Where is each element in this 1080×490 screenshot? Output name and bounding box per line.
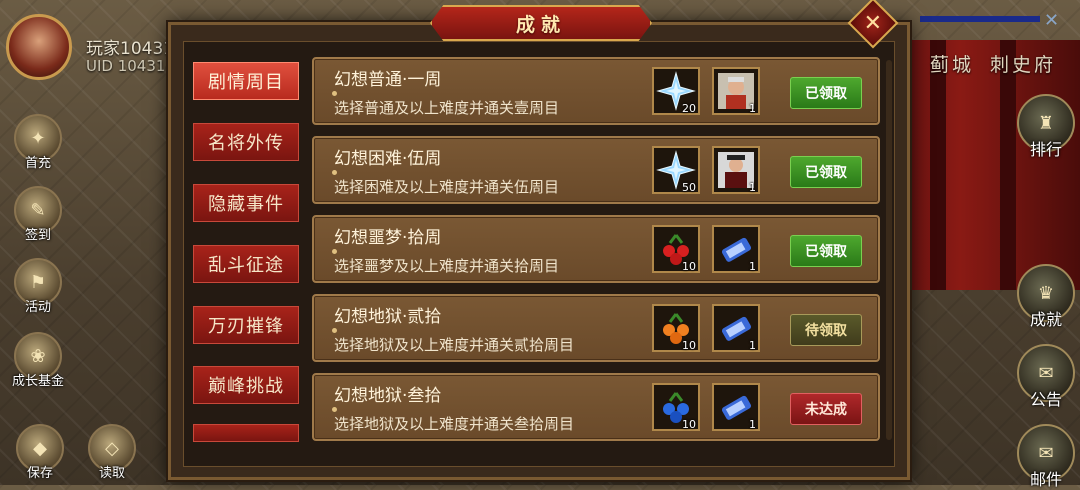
tab-blade-assault[interactable]: 万刃摧锋 — [193, 306, 299, 344]
announcement-button[interactable]: ✉ 公告 — [1016, 344, 1076, 410]
reward-count: 1 — [749, 418, 756, 431]
tab-story-cycle[interactable]: 剧情周目 — [193, 62, 299, 100]
location-breadcrumb: 功蓟城刺史府 — [892, 50, 1072, 77]
side-button-label: 保存 — [26, 466, 53, 481]
reward-item[interactable]: 50 — [652, 146, 700, 194]
bullet-dot — [332, 91, 337, 96]
bullet-dot — [332, 249, 337, 254]
reward-count: 1 — [749, 181, 756, 194]
panel-title: 成就 — [430, 5, 652, 41]
location-item: 蓟城 — [930, 54, 975, 76]
tab-hidden-events[interactable]: 隐藏事件 — [193, 184, 299, 222]
background-pillar — [1000, 40, 1016, 290]
achievement-desc: 选择地狱及以上难度并通关叁拾周目 — [334, 415, 575, 433]
sign-in-button[interactable]: ✎ 签到 — [8, 186, 68, 243]
side-button-label: 读取 — [98, 466, 125, 481]
achievement-row: 幻想普通·一周 选择普通及以上难度并通关壹周目 20 1 已领取 — [312, 57, 880, 125]
achievement-desc: 选择噩梦及以上难度并通关拾周目 — [334, 257, 560, 275]
achievement-desc: 选择困难及以上难度并通关伍周目 — [334, 178, 560, 196]
reward-item[interactable]: 20 — [652, 67, 700, 115]
tab-brawl[interactable]: 乱斗征途 — [193, 245, 299, 283]
bullet-dot — [332, 407, 337, 412]
status-badge[interactable]: 未达成 — [790, 393, 862, 425]
tab-famous-generals[interactable]: 名将外传 — [193, 123, 299, 161]
reward-count: 10 — [682, 339, 696, 352]
mail-button[interactable]: ✉ 邮件 — [1016, 424, 1076, 490]
achievement-row: 幻想地狱·叁拾 选择地狱及以上难度并通关叁拾周目 10 1 未达成 — [312, 373, 880, 441]
achievement-title: 幻想地狱·贰拾 — [334, 307, 442, 327]
load-button[interactable]: ◇ 读取 — [82, 424, 142, 481]
ranking-button[interactable]: ♜ 排行 — [1016, 94, 1076, 160]
reward-count: 10 — [682, 418, 696, 431]
achievement-title: 幻想困难·伍周 — [334, 149, 442, 169]
background-hall — [880, 40, 1080, 290]
location-item: 刺史府 — [990, 54, 1057, 76]
side-button-label: 签到 — [24, 228, 51, 243]
reward-item[interactable]: 10 — [652, 225, 700, 273]
achievement-title: 幻想地狱·叁拾 — [334, 386, 442, 406]
tab-extra[interactable] — [193, 424, 299, 442]
status-badge[interactable]: 已领取 — [790, 156, 862, 188]
list-scrollbar[interactable] — [886, 60, 892, 440]
side-button-label: 成长基金 — [11, 374, 64, 389]
reward-item[interactable]: 1 — [712, 304, 760, 352]
achievement-title: 幻想普通·一周 — [334, 70, 442, 90]
reward-item[interactable]: 1 — [712, 383, 760, 431]
reward-count: 1 — [749, 339, 756, 352]
achievement-row: 幻想地狱·贰拾 选择地狱及以上难度并通关贰拾周目 10 1 待领取 — [312, 294, 880, 362]
achievement-title: 幻想噩梦·拾周 — [334, 228, 442, 248]
side-button-label: 排行 — [1029, 140, 1062, 159]
resource-bar — [920, 16, 1040, 22]
side-button-label: 首充 — [24, 156, 51, 171]
side-button-label: 活动 — [24, 300, 51, 315]
reward-item[interactable]: 10 — [652, 304, 700, 352]
reward-count: 20 — [682, 102, 696, 115]
side-button-label: 公告 — [1029, 390, 1062, 409]
status-badge[interactable]: 已领取 — [790, 235, 862, 267]
save-button[interactable]: ◆ 保存 — [10, 424, 70, 481]
first-recharge-button[interactable]: ✦ 首充 — [8, 114, 68, 171]
achievement-row: 幻想困难·伍周 选择困难及以上难度并通关伍周目 50 1 已领取 — [312, 136, 880, 204]
reward-count: 50 — [682, 181, 696, 194]
background-pillar — [930, 40, 946, 290]
status-badge[interactable]: 已领取 — [790, 77, 862, 109]
reward-item[interactable]: 10 — [652, 383, 700, 431]
reward-item[interactable]: 1 — [712, 225, 760, 273]
reward-item[interactable]: 1 — [712, 67, 760, 115]
side-button-label: 成就 — [1029, 310, 1062, 329]
tab-peak-challenge[interactable]: 巅峰挑战 — [193, 366, 299, 404]
bullet-dot — [332, 170, 337, 175]
reward-count: 10 — [682, 260, 696, 273]
swords-icon: ✕ — [1044, 10, 1060, 31]
achievement-row: 幻想噩梦·拾周 选择噩梦及以上难度并通关拾周目 10 1 已领取 — [312, 215, 880, 283]
side-button-label: 邮件 — [1029, 470, 1062, 489]
reward-count: 1 — [749, 260, 756, 273]
growth-fund-button[interactable]: ❀ 成长基金 — [8, 332, 68, 389]
achievement-desc: 选择地狱及以上难度并通关贰拾周目 — [334, 336, 575, 354]
reward-item[interactable]: 1 — [712, 146, 760, 194]
activity-button[interactable]: ⚑ 活动 — [8, 258, 68, 315]
player-avatar[interactable] — [6, 14, 72, 80]
close-icon: ✕ — [863, 10, 883, 36]
reward-count: 1 — [749, 102, 756, 115]
status-badge[interactable]: 待领取 — [790, 314, 862, 346]
achievement-desc: 选择普通及以上难度并通关壹周目 — [334, 99, 560, 117]
bullet-dot — [332, 328, 337, 333]
achievement-button[interactable]: ♛ 成就 — [1016, 264, 1076, 330]
